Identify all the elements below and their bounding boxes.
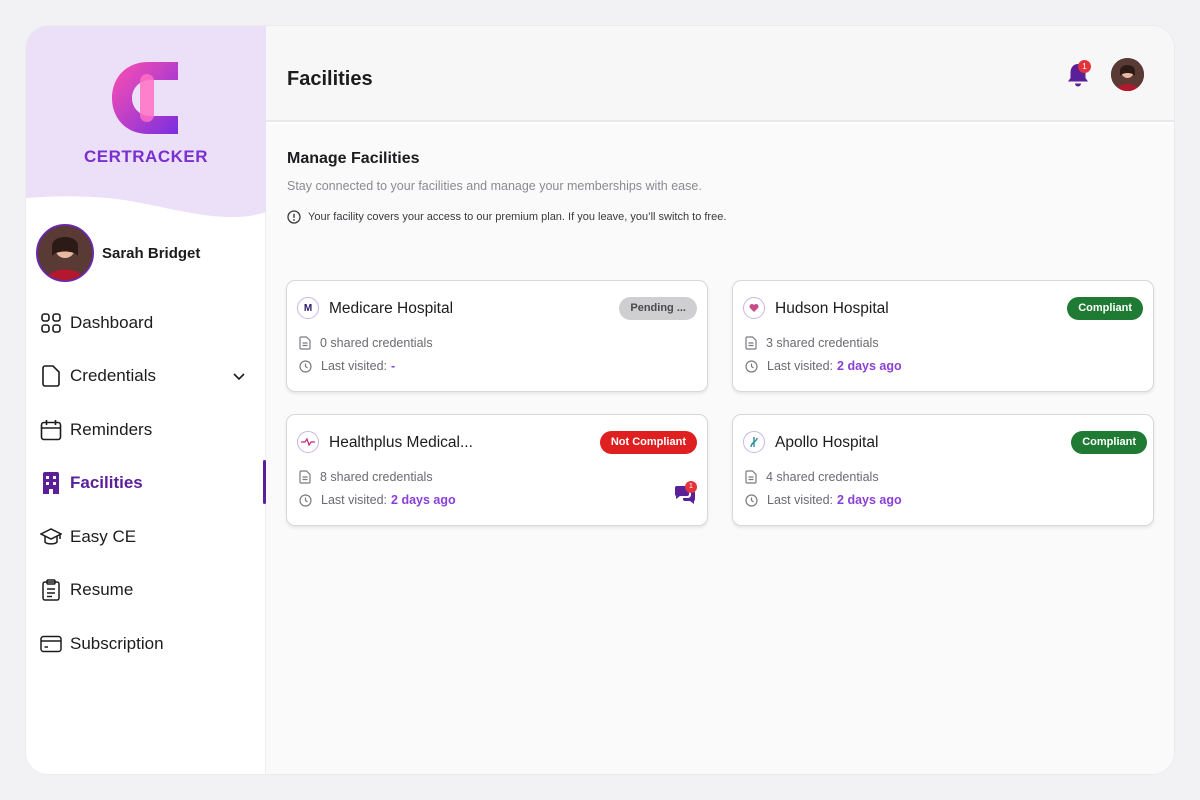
shared-credentials-row: 3 shared credentials xyxy=(745,336,879,350)
sidebar-item-facilities[interactable]: Facilities xyxy=(26,457,266,511)
dashboard-grid-icon xyxy=(40,312,62,334)
header-user-avatar[interactable] xyxy=(1111,58,1144,91)
status-badge: Compliant xyxy=(1071,431,1147,454)
document-icon xyxy=(40,365,62,388)
facility-logo-icon: M xyxy=(297,297,319,319)
credit-card-icon xyxy=(40,633,62,655)
last-visited-label: Last visited: xyxy=(767,493,834,507)
facility-name: Apollo Hospital xyxy=(775,434,879,451)
notifications-button[interactable]: 1 xyxy=(1066,60,1091,90)
clipboard-icon xyxy=(40,579,62,601)
facility-logo-icon xyxy=(743,431,765,453)
sidebar-item-label: Facilities xyxy=(70,473,143,493)
shared-credentials-count: 8 shared credentials xyxy=(320,470,433,484)
svg-text:M: M xyxy=(304,303,312,314)
shared-credentials-count: 3 shared credentials xyxy=(766,336,879,350)
certracker-logo[interactable] xyxy=(108,54,184,142)
document-icon xyxy=(745,336,757,350)
last-visited-value: 2 days ago xyxy=(837,359,902,373)
last-visited-row: Last visited: 2 days ago xyxy=(745,493,902,507)
graduation-cap-icon xyxy=(40,526,62,548)
user-name: Sarah Bridget xyxy=(102,244,201,262)
clock-icon xyxy=(299,359,312,373)
status-badge: Compliant xyxy=(1067,297,1143,320)
sidebar-item-label: Reminders xyxy=(70,419,153,439)
last-visited-row: Last visited: 2 days ago xyxy=(745,359,902,373)
facility-name: Healthplus Medical... xyxy=(329,434,473,451)
sidebar-item-credentials[interactable]: Credentials xyxy=(26,350,266,404)
notice-text: Your facility covers your access to our … xyxy=(308,211,727,223)
top-header: Facilities 1 xyxy=(266,26,1174,122)
last-visited-value: - xyxy=(391,359,396,373)
calendar-icon xyxy=(40,419,62,441)
sidebar-item-subscription[interactable]: Subscription xyxy=(26,617,266,671)
sidebar-item-dashboard[interactable]: Dashboard xyxy=(26,296,266,350)
sidebar-item-label: Resume xyxy=(70,580,134,600)
info-alert-icon xyxy=(287,210,301,224)
messages-button[interactable]: 1 xyxy=(673,481,697,507)
status-badge: Pending ... xyxy=(619,297,697,320)
last-visited-label: Last visited: xyxy=(321,359,388,373)
sidebar-item-label: Dashboard xyxy=(70,312,154,332)
facility-logo-icon xyxy=(297,431,319,453)
last-visited-label: Last visited: xyxy=(767,359,834,373)
facility-logo-icon xyxy=(743,297,765,319)
shared-credentials-count: 4 shared credentials xyxy=(766,470,879,484)
sidebar-item-label: Easy CE xyxy=(70,526,137,546)
last-visited-label: Last visited: xyxy=(321,493,388,507)
sidebar-item-label: Credentials xyxy=(70,366,156,386)
facility-card-medicare[interactable]: M Medicare Hospital Pending ... 0 shared… xyxy=(286,280,708,392)
shared-credentials-row: 8 shared credentials xyxy=(299,470,433,484)
shared-credentials-count: 0 shared credentials xyxy=(320,336,433,350)
document-icon xyxy=(299,336,311,350)
sidebar-item-reminders[interactable]: Reminders xyxy=(26,403,266,457)
document-icon xyxy=(745,470,757,484)
last-visited-row: Last visited: - xyxy=(299,359,395,373)
last-visited-row: Last visited: 2 days ago xyxy=(299,493,456,507)
facility-card-hudson[interactable]: Hudson Hospital Compliant 3 shared crede… xyxy=(732,280,1154,392)
user-profile[interactable]: Sarah Bridget xyxy=(36,224,200,282)
shared-credentials-row: 4 shared credentials xyxy=(745,470,879,484)
facility-card-healthplus[interactable]: Healthplus Medical... Not Compliant 8 sh… xyxy=(286,414,708,526)
building-icon xyxy=(40,472,62,495)
premium-notice: Your facility covers your access to our … xyxy=(287,210,726,224)
notification-count-badge: 1 xyxy=(1078,60,1091,73)
clock-icon xyxy=(299,493,312,507)
status-badge: Not Compliant xyxy=(599,431,697,454)
sidebar: CERTRACKER Sarah Bridget Dashboard Crede… xyxy=(26,26,266,774)
shared-credentials-row: 0 shared credentials xyxy=(299,336,433,350)
clock-icon xyxy=(745,359,758,373)
clock-icon xyxy=(745,493,758,507)
sidebar-nav: Dashboard Credentials Reminders Faciliti… xyxy=(26,296,266,671)
facility-name: Medicare Hospital xyxy=(329,300,454,317)
chevron-down-icon[interactable] xyxy=(232,368,246,386)
brand-area: CERTRACKER xyxy=(26,26,266,226)
app-window: CERTRACKER Sarah Bridget Dashboard Crede… xyxy=(26,26,1174,774)
brand-name: CERTRACKER xyxy=(84,147,208,166)
message-count-badge: 1 xyxy=(685,481,697,493)
facility-name: Hudson Hospital xyxy=(775,300,889,317)
page-title: Facilities xyxy=(287,68,373,90)
section-subtitle: Stay connected to your facilities and ma… xyxy=(287,179,702,193)
user-avatar[interactable] xyxy=(36,224,94,282)
sidebar-item-label: Subscription xyxy=(70,633,164,653)
sidebar-item-easy-ce[interactable]: Easy CE xyxy=(26,510,266,564)
document-icon xyxy=(299,470,311,484)
facility-card-apollo[interactable]: Apollo Hospital Compliant 4 shared crede… xyxy=(732,414,1154,526)
last-visited-value: 2 days ago xyxy=(837,493,902,507)
sidebar-item-resume[interactable]: Resume xyxy=(26,564,266,618)
main-content: Manage Facilities Stay connected to your… xyxy=(266,124,1174,774)
section-title: Manage Facilities xyxy=(287,150,420,167)
last-visited-value: 2 days ago xyxy=(391,493,456,507)
